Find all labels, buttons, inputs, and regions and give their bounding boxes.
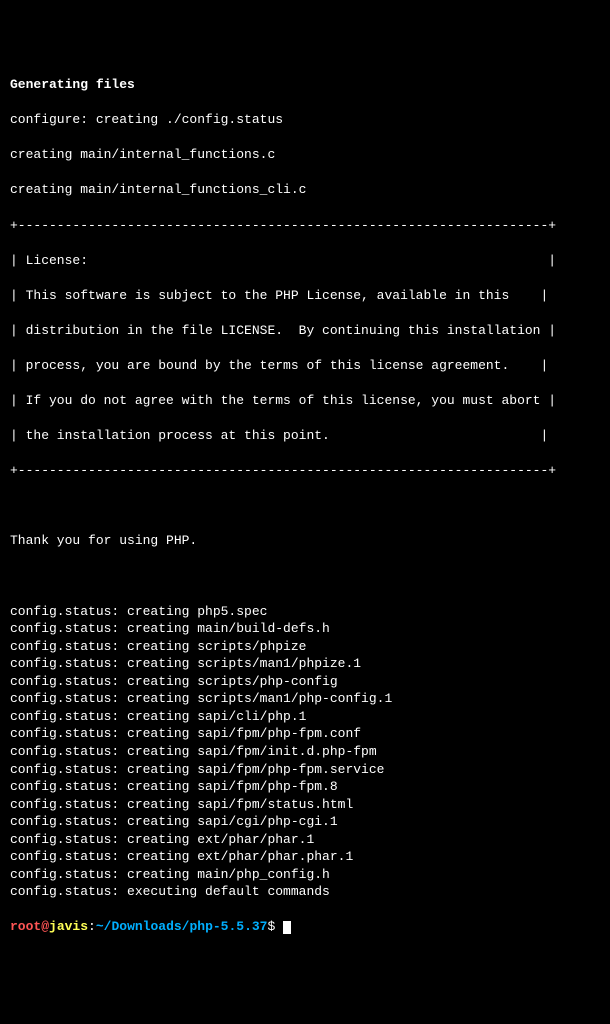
config-status-line: config.status: creating scripts/phpize (10, 638, 600, 656)
license-box-line: | This software is subject to the PHP Li… (10, 287, 600, 305)
license-box-top: +---------------------------------------… (10, 217, 600, 235)
creating-line-1: creating main/internal_functions.c (10, 146, 600, 164)
license-box-bottom: +---------------------------------------… (10, 462, 600, 480)
blank-line (10, 497, 600, 515)
prompt-host: javis (49, 919, 88, 934)
license-box-line: | process, you are bound by the terms of… (10, 357, 600, 375)
config-status-line: config.status: creating scripts/man1/php… (10, 690, 600, 708)
config-status-line: config.status: creating sapi/cli/php.1 (10, 708, 600, 726)
config-status-block: config.status: creating php5.specconfig.… (10, 603, 600, 901)
config-status-line: config.status: creating sapi/fpm/status.… (10, 796, 600, 814)
blank-line (10, 568, 600, 586)
prompt-at: @ (41, 919, 49, 934)
configure-line: configure: creating ./config.status (10, 111, 600, 129)
cursor (283, 921, 291, 934)
config-status-line: config.status: creating ext/phar/phar.ph… (10, 848, 600, 866)
config-status-line: config.status: creating sapi/fpm/php-fpm… (10, 761, 600, 779)
config-status-line: config.status: creating scripts/php-conf… (10, 673, 600, 691)
config-status-line: config.status: creating php5.spec (10, 603, 600, 621)
prompt-path: ~/Downloads/php-5.5.37 (96, 919, 268, 934)
config-status-line: config.status: creating main/php_config.… (10, 866, 600, 884)
config-status-line: config.status: creating sapi/fpm/php-fpm… (10, 778, 600, 796)
prompt-colon: : (88, 919, 96, 934)
heading-generating: Generating files (10, 76, 600, 94)
thanks-line: Thank you for using PHP. (10, 532, 600, 550)
config-status-line: config.status: creating sapi/fpm/init.d.… (10, 743, 600, 761)
license-box-line: | License: | (10, 252, 600, 270)
creating-line-2: creating main/internal_functions_cli.c (10, 181, 600, 199)
config-status-line: config.status: executing default command… (10, 883, 600, 901)
config-status-line: config.status: creating ext/phar/phar.1 (10, 831, 600, 849)
config-status-line: config.status: creating sapi/cgi/php-cgi… (10, 813, 600, 831)
config-status-line: config.status: creating main/build-defs.… (10, 620, 600, 638)
shell-prompt[interactable]: root@javis:~/Downloads/php-5.5.37$ (10, 918, 600, 936)
license-box-line: | the installation process at this point… (10, 427, 600, 445)
config-status-line: config.status: creating scripts/man1/php… (10, 655, 600, 673)
license-box-line: | distribution in the file LICENSE. By c… (10, 322, 600, 340)
license-box-line: | If you do not agree with the terms of … (10, 392, 600, 410)
prompt-dollar: $ (268, 919, 284, 934)
config-status-line: config.status: creating sapi/fpm/php-fpm… (10, 725, 600, 743)
prompt-user: root (10, 919, 41, 934)
